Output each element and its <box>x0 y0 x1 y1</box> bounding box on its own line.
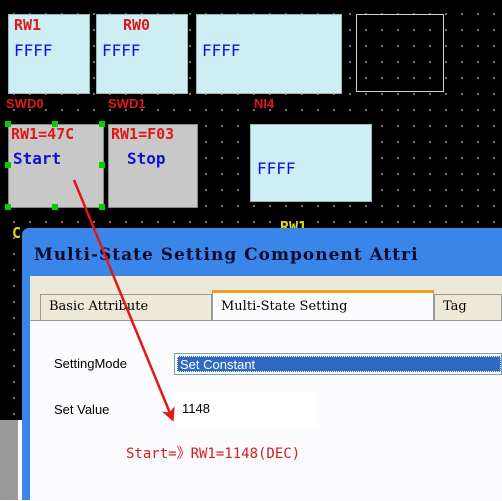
annotation-arrow <box>72 179 175 422</box>
